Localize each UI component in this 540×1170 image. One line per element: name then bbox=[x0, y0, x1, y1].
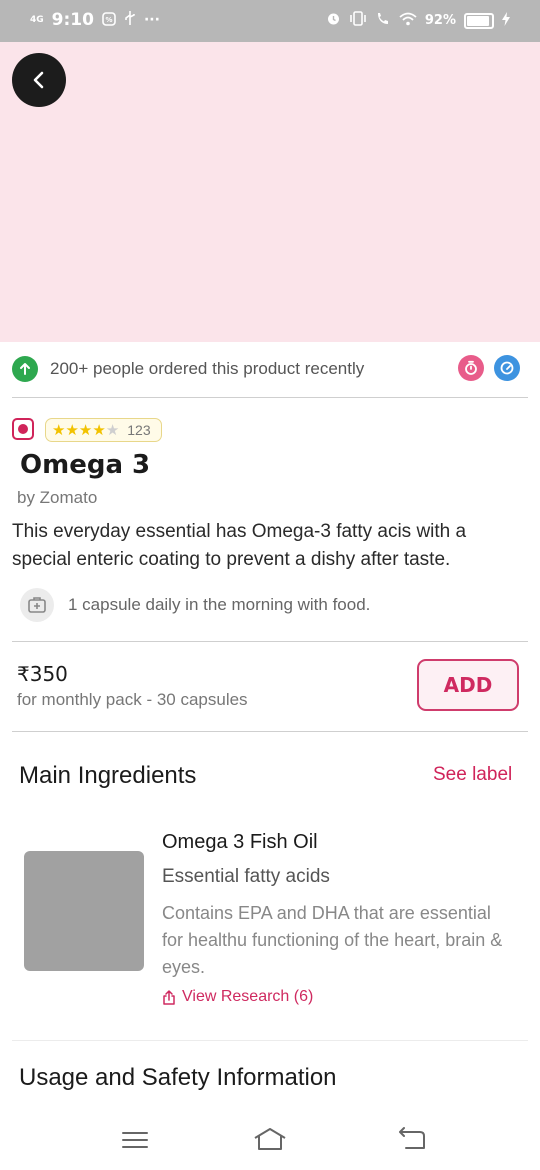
view-research-link[interactable]: View Research (6) bbox=[162, 988, 313, 1006]
alarm-icon bbox=[326, 11, 341, 30]
menu-icon[interactable] bbox=[121, 1130, 149, 1154]
more-icon: ··· bbox=[143, 12, 160, 28]
back-nav-icon[interactable] bbox=[396, 1126, 426, 1156]
popularity-row: 200+ people ordered this product recentl… bbox=[12, 355, 522, 383]
usage-section-title: Usage and Safety Information bbox=[19, 1064, 337, 1091]
status-left: 4G 9:10 % ··· bbox=[30, 10, 160, 30]
home-icon[interactable] bbox=[253, 1126, 287, 1156]
notification-icon: % bbox=[102, 11, 116, 30]
dosage-text: 1 capsule daily in the morning with food… bbox=[68, 595, 371, 614]
ingredient-image bbox=[24, 851, 144, 971]
ingredient-name: Omega 3 Fish Oil bbox=[162, 831, 318, 853]
wifi-calling-icon bbox=[375, 11, 391, 30]
charging-icon bbox=[502, 11, 510, 30]
rating-stars: ★★★★★ bbox=[52, 421, 119, 439]
divider bbox=[12, 397, 528, 398]
product-image-area bbox=[0, 42, 540, 342]
system-nav-bar bbox=[0, 1110, 540, 1170]
see-label-link[interactable]: See label bbox=[433, 764, 512, 786]
dosage-row: 1 capsule daily in the morning with food… bbox=[20, 588, 370, 622]
divider bbox=[12, 731, 528, 732]
non-veg-indicator-icon bbox=[12, 418, 34, 440]
star-icon: ★ bbox=[65, 422, 79, 439]
timer-icon[interactable] bbox=[458, 355, 484, 381]
ingredients-title: Main Ingredients bbox=[19, 762, 197, 789]
rating-count: 123 bbox=[127, 422, 151, 438]
status-time: 9:10 bbox=[51, 10, 94, 30]
network-indicator: 4G bbox=[30, 14, 44, 25]
chevron-left-icon bbox=[33, 71, 44, 89]
popularity-text: 200+ people ordered this product recentl… bbox=[50, 359, 365, 378]
svg-text:%: % bbox=[105, 16, 112, 24]
wifi-icon bbox=[399, 12, 417, 30]
status-right: 92% bbox=[326, 11, 510, 30]
add-button[interactable]: ADD bbox=[417, 659, 519, 711]
star-icon: ★ bbox=[78, 422, 93, 439]
status-bar: 4G 9:10 % ··· 92% bbox=[0, 0, 540, 42]
pack-info: for monthly pack - 30 capsules bbox=[17, 690, 248, 709]
view-research-label: View Research (6) bbox=[182, 988, 314, 1005]
star-icon: ★ bbox=[52, 422, 66, 439]
battery-percent: 92% bbox=[424, 13, 456, 28]
star-icon: ★ bbox=[105, 422, 120, 439]
battery-icon bbox=[464, 12, 494, 29]
product-name: Omega 3 bbox=[20, 450, 151, 480]
divider bbox=[12, 1040, 528, 1041]
star-icon: ★ bbox=[92, 422, 106, 439]
product-brand: by Zomato bbox=[17, 488, 98, 507]
back-button[interactable] bbox=[12, 53, 66, 107]
vibrate-icon bbox=[349, 11, 367, 30]
share-icon bbox=[163, 989, 175, 1005]
medical-kit-icon bbox=[20, 588, 54, 622]
ingredient-subtitle: Essential fatty acids bbox=[162, 866, 330, 887]
speedometer-icon[interactable] bbox=[494, 355, 520, 381]
product-price: ₹350 bbox=[17, 662, 68, 686]
ingredient-description: Contains EPA and DHA that are essential … bbox=[162, 903, 503, 977]
usb-icon bbox=[124, 10, 136, 30]
arrow-up-icon bbox=[12, 356, 38, 382]
divider bbox=[12, 641, 528, 642]
rating-badge: ★★★★★ 123 bbox=[45, 418, 162, 442]
product-description: This everyday essential has Omega-3 fatt… bbox=[12, 521, 467, 570]
